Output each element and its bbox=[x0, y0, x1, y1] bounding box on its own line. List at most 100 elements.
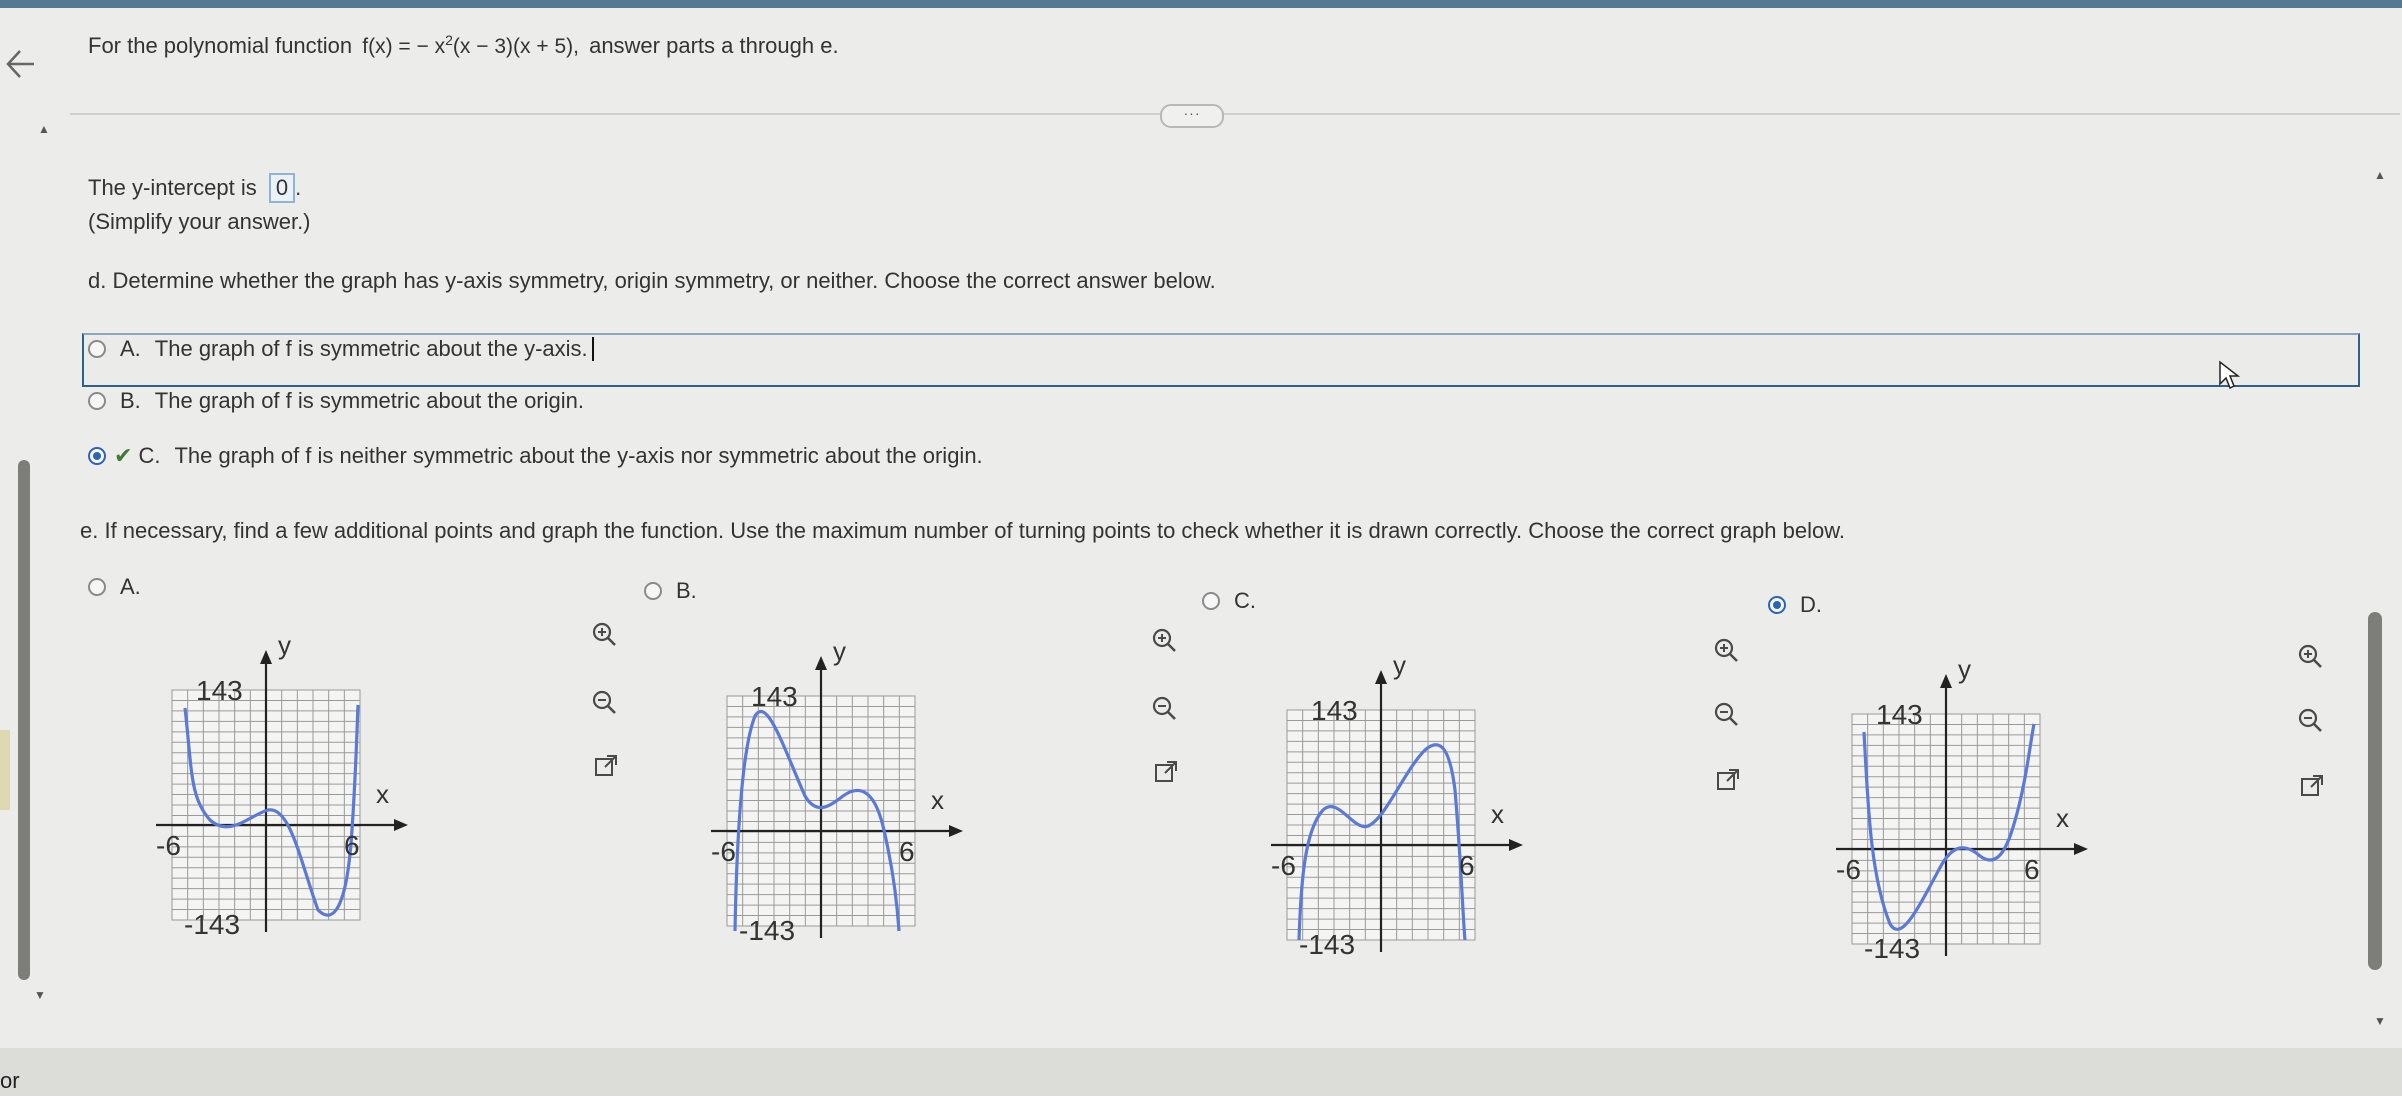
x-min-label: -6 bbox=[711, 836, 736, 867]
x-max-label: 6 bbox=[344, 830, 360, 861]
x-axis-label: x bbox=[2056, 803, 2069, 833]
zoom-out-icon bbox=[592, 690, 616, 714]
x-axis-label: x bbox=[376, 779, 389, 809]
y-intercept-period: . bbox=[295, 175, 302, 200]
zoom-out-button[interactable] bbox=[2296, 706, 2324, 734]
graph-svg: y x 143 -143 -6 6 bbox=[156, 630, 408, 940]
y-max-label: 143 bbox=[1311, 695, 1358, 726]
y-max-label: 143 bbox=[196, 675, 243, 706]
x-axis-arrow-icon bbox=[1509, 839, 1523, 851]
popout-button[interactable] bbox=[2298, 772, 2326, 800]
external-link-icon bbox=[595, 755, 617, 776]
popout-button[interactable] bbox=[1152, 758, 1180, 786]
graph-b: y x 143 -143 -6 6 bbox=[705, 626, 965, 961]
scrollbar-right[interactable] bbox=[2368, 612, 2382, 970]
option-letter: C. bbox=[138, 443, 161, 468]
symmetry-option-a[interactable]: A. The graph of f is symmetric about the… bbox=[88, 336, 594, 362]
text-cursor bbox=[591, 337, 594, 361]
graph-choice-a[interactable]: A. bbox=[88, 574, 141, 600]
zoom-in-icon bbox=[1152, 628, 1176, 652]
y-max-label: 143 bbox=[751, 681, 798, 712]
graph-svg: y x 143 -143 -6 6 bbox=[1271, 650, 1523, 960]
graph-choice-c[interactable]: C. bbox=[1202, 588, 1256, 614]
zoom-out-button[interactable] bbox=[590, 688, 618, 716]
choice-letter: B. bbox=[676, 578, 697, 603]
radio-button[interactable] bbox=[644, 582, 662, 600]
function-rest: (x − 3)(x + 5), bbox=[452, 35, 579, 58]
zoom-in-button[interactable] bbox=[2296, 642, 2324, 670]
graph-choice-b[interactable]: B. bbox=[644, 578, 697, 604]
graph-svg: y x 143 -143 -6 6 bbox=[711, 636, 963, 946]
question-suffix: answer parts a through e. bbox=[589, 33, 839, 58]
zoom-in-button[interactable] bbox=[1150, 626, 1178, 654]
radio-button[interactable] bbox=[1202, 592, 1220, 610]
y-max-label: 143 bbox=[1876, 699, 1923, 730]
external-link-icon bbox=[1155, 761, 1177, 782]
scroll-up-arrow-right[interactable]: ▲ bbox=[2374, 168, 2386, 182]
y-min-label: -143 bbox=[1864, 933, 1920, 964]
zoom-in-icon bbox=[2298, 644, 2322, 668]
scroll-down-arrow-left[interactable]: ▼ bbox=[34, 988, 46, 1002]
y-axis-arrow-icon bbox=[815, 656, 827, 670]
option-letter: B. bbox=[120, 388, 141, 413]
option-letter: A. bbox=[120, 336, 141, 361]
y-axis-label: y bbox=[833, 636, 846, 666]
function-expression: f(x) = − x2(x − 3)(x + 5), bbox=[362, 32, 579, 58]
zoom-out-button[interactable] bbox=[1712, 700, 1740, 728]
y-axis-arrow-icon bbox=[1940, 674, 1952, 688]
graph-a: y x 143 -143 -6 6 bbox=[150, 620, 410, 955]
y-axis-label: y bbox=[1958, 654, 1971, 684]
y-min-label: -143 bbox=[1299, 929, 1355, 960]
zoom-in-button[interactable] bbox=[1712, 636, 1740, 664]
zoom-in-icon bbox=[592, 622, 616, 646]
simplify-note: (Simplify your answer.) bbox=[88, 209, 311, 234]
x-axis-arrow-icon bbox=[949, 825, 963, 837]
back-button[interactable] bbox=[0, 38, 48, 90]
radio-button[interactable] bbox=[88, 392, 106, 410]
x-min-label: -6 bbox=[1836, 854, 1861, 885]
graph-c: y x 143 -143 -6 6 bbox=[1265, 640, 1525, 975]
graph-choice-d[interactable]: D. bbox=[1768, 592, 1822, 618]
scroll-up-arrow-left[interactable]: ▲ bbox=[38, 122, 50, 136]
option-text: The graph of f is symmetric about the y-… bbox=[154, 336, 588, 361]
y-min-label: -143 bbox=[739, 915, 795, 946]
graph-d: y x 143 -143 -6 6 bbox=[1830, 644, 2090, 979]
external-link-icon bbox=[1717, 769, 1739, 790]
x-max-label: 6 bbox=[899, 836, 915, 867]
x-max-label: 6 bbox=[1459, 850, 1475, 881]
top-accent-bar bbox=[0, 0, 2402, 8]
symmetry-option-b[interactable]: B. The graph of f is symmetric about the… bbox=[88, 388, 584, 414]
popout-button[interactable] bbox=[592, 752, 620, 780]
radio-button-selected[interactable] bbox=[88, 447, 106, 465]
bottom-partial-text: or bbox=[0, 1068, 20, 1093]
zoom-in-button[interactable] bbox=[590, 620, 618, 648]
x-min-label: -6 bbox=[1271, 850, 1296, 881]
y-axis-label: y bbox=[278, 630, 291, 660]
y-axis-arrow-icon bbox=[1375, 670, 1387, 684]
y-intercept-line: The y-intercept is 0. bbox=[88, 173, 301, 203]
edge-highlight bbox=[0, 730, 10, 810]
radio-button[interactable] bbox=[88, 578, 106, 596]
x-axis-arrow-icon bbox=[394, 819, 408, 831]
zoom-out-icon bbox=[2298, 708, 2322, 732]
radio-button-selected[interactable] bbox=[1768, 596, 1786, 614]
part-e-prompt: e. If necessary, find a few additional p… bbox=[80, 518, 1845, 543]
function-text: f(x) = − x bbox=[362, 35, 446, 58]
radio-button[interactable] bbox=[88, 340, 106, 358]
part-d-prompt: d. Determine whether the graph has y-axi… bbox=[88, 268, 1216, 293]
choice-letter: A. bbox=[120, 574, 141, 599]
zoom-out-button[interactable] bbox=[1150, 694, 1178, 722]
correct-check-icon: ✔ bbox=[114, 443, 133, 468]
symmetry-option-c[interactable]: ✔ C. The graph of f is neither symmetric… bbox=[88, 443, 983, 469]
popout-button[interactable] bbox=[1714, 766, 1742, 794]
y-intercept-answer-box[interactable]: 0 bbox=[268, 173, 296, 203]
question-prefix: For the polynomial function bbox=[88, 33, 353, 58]
divider-handle[interactable]: ··· bbox=[1160, 104, 1224, 128]
choice-letter: C. bbox=[1234, 588, 1256, 613]
graph-svg: y x 143 -143 -6 6 bbox=[1836, 654, 2088, 964]
scroll-down-arrow-right[interactable]: ▼ bbox=[2374, 1014, 2386, 1028]
scrollbar-left[interactable] bbox=[18, 460, 30, 980]
x-min-label: -6 bbox=[156, 830, 181, 861]
y-min-label: -143 bbox=[184, 909, 240, 940]
question-text: For the polynomial function f(x) = − x2(… bbox=[88, 32, 839, 59]
